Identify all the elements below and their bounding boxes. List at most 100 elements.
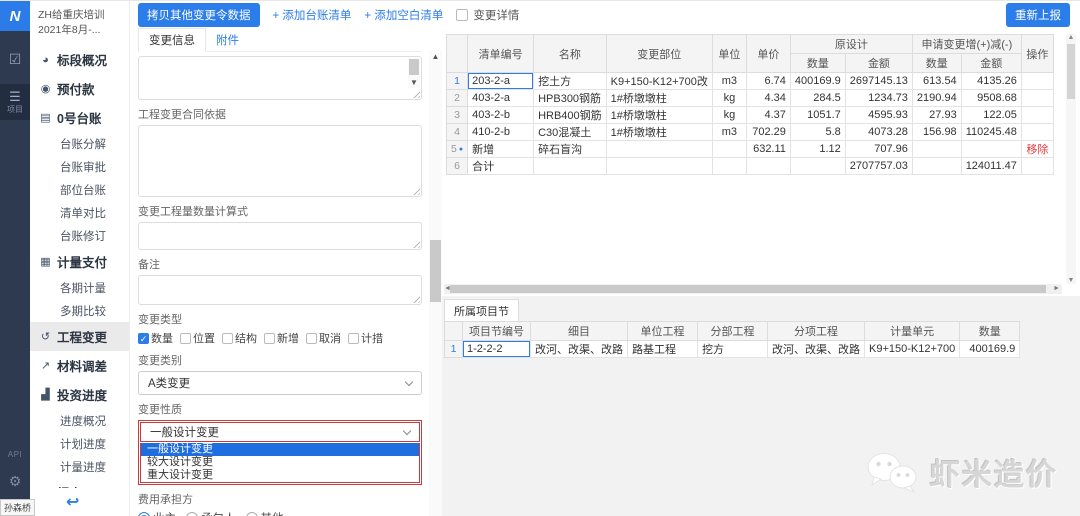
horizontal-scrollbar[interactable]: ◄ ► — [444, 284, 1062, 294]
table-cell[interactable] — [745, 157, 791, 175]
sidebar-item-12[interactable]: ↗ 材料调差 — [30, 351, 129, 380]
row-number[interactable]: 6 — [445, 157, 469, 175]
table-cell[interactable] — [605, 157, 713, 175]
table-cell[interactable]: 1#桥墩墩柱 — [605, 123, 713, 141]
change-type-option[interactable]: 取消 — [306, 330, 341, 346]
app-logo[interactable]: N — [0, 1, 30, 31]
add-blank-list-button[interactable]: + 添加空白清单 — [364, 7, 443, 23]
table-cell[interactable]: 6.74 — [745, 72, 791, 90]
table-cell[interactable]: 702.29 — [745, 123, 791, 141]
sidebar-item-0[interactable]: ◕ 标段概况 — [30, 45, 129, 74]
table-cell[interactable] — [1020, 123, 1054, 141]
dropdown-option[interactable]: 重大设计变更 — [141, 469, 419, 482]
table-cell[interactable] — [789, 157, 846, 175]
remove-action[interactable]: 移除 — [1020, 140, 1054, 158]
change-info-textarea[interactable]: ▼ — [138, 56, 422, 100]
resize-grip-icon[interactable] — [411, 239, 420, 248]
table-cell[interactable]: 27.93 — [911, 106, 962, 124]
table-cell[interactable]: 9508.68 — [960, 89, 1022, 107]
tab-project-section[interactable]: 所属项目节 — [444, 299, 519, 321]
table-cell[interactable]: 4073.28 — [844, 123, 913, 141]
dropdown-option[interactable]: 较大设计变更 — [141, 456, 419, 469]
sidebar-item-7[interactable]: 台账修订 — [30, 224, 129, 247]
table-cell[interactable]: 1234.73 — [844, 89, 913, 107]
table-cell[interactable]: 1#桥墩墩柱 — [605, 89, 713, 107]
row-number[interactable]: 5 ● — [445, 140, 469, 158]
sidebar-item-17[interactable]: ▯报表 — [30, 478, 129, 488]
table-cell[interactable]: kg — [711, 106, 747, 124]
table-cell[interactable] — [533, 157, 607, 175]
sidebar-item-2[interactable]: ▤ 0号台账 — [30, 103, 129, 132]
table-cell[interactable]: HPB300钢筋 — [533, 89, 607, 107]
tab-attachments[interactable]: 附件 — [206, 29, 249, 51]
sidebar-item-1[interactable]: ◉ 预付款 — [30, 74, 129, 103]
table-cell[interactable]: 改河、改渠、改路 — [767, 340, 865, 358]
table-cell[interactable]: 2697145.13 — [844, 72, 913, 90]
table-cell[interactable]: 284.5 — [789, 89, 846, 107]
row-number[interactable]: 1 — [445, 72, 469, 90]
api-label[interactable]: API — [8, 450, 22, 459]
change-type-option[interactable]: 位置 — [180, 330, 215, 346]
contract-basis-textarea[interactable] — [138, 125, 422, 197]
sidebar-item-9[interactable]: 各期计量 — [30, 276, 129, 299]
table-cell[interactable] — [960, 140, 1022, 158]
cost-bearer-option[interactable]: 业主 — [138, 510, 176, 516]
tab-change-info[interactable]: 变更信息 — [138, 28, 206, 52]
radio-icon[interactable] — [186, 512, 198, 516]
table-cell[interactable]: 4135.26 — [960, 72, 1022, 90]
rail-item-project[interactable]: ☰ 项目 — [0, 84, 30, 120]
table-cell[interactable]: 改河、改渠、改路 — [530, 340, 628, 358]
cost-bearer-option[interactable]: 承包人 — [186, 510, 236, 516]
table-cell[interactable]: 403-2-b — [467, 106, 535, 124]
checkbox-icon[interactable] — [180, 332, 191, 344]
change-detail-checkbox[interactable]: 变更详情 — [456, 7, 519, 23]
table-cell[interactable]: HRB400钢筋 — [533, 106, 607, 124]
table-cell[interactable]: 1.12 — [789, 140, 846, 158]
table-cell[interactable]: 403-2-a — [467, 89, 535, 107]
scrollbar-thumb[interactable] — [1067, 44, 1075, 99]
change-category-select[interactable]: A类变更 — [138, 371, 422, 395]
scroll-down-icon[interactable]: ▼ — [1066, 277, 1076, 284]
sidebar-item-15[interactable]: 计划进度 — [30, 432, 129, 455]
table-cell[interactable]: 5.8 — [789, 123, 846, 141]
sidebar-item-8[interactable]: ▦ 计量支付 — [30, 247, 129, 276]
table-cell[interactable]: 122.05 — [960, 106, 1022, 124]
scroll-up-icon[interactable]: ▲ — [429, 52, 442, 61]
sidebar-item-5[interactable]: 部位台账 — [30, 178, 129, 201]
table-cell[interactable] — [911, 157, 962, 175]
table-cell[interactable] — [711, 140, 747, 158]
resubmit-button[interactable]: 重新上报 — [1006, 2, 1070, 27]
scrollbar-thumb[interactable] — [430, 240, 441, 302]
resize-grip-icon[interactable] — [411, 89, 420, 98]
checkbox-icon[interactable] — [306, 332, 317, 344]
table-cell[interactable]: 400169.9 — [789, 72, 846, 90]
resize-grip-icon[interactable] — [411, 294, 420, 303]
table-cell[interactable] — [711, 157, 747, 175]
table-cell[interactable]: m3 — [711, 72, 747, 90]
sidebar-item-13[interactable]: ▟ 投资进度 — [30, 380, 129, 409]
row-number[interactable]: 3 — [445, 106, 469, 124]
tasks-icon[interactable]: ☑ — [9, 51, 22, 68]
sidebar-item-11[interactable]: ↺ 工程变更 — [30, 322, 129, 352]
change-type-option[interactable]: 新增 — [264, 330, 299, 346]
sidebar-item-14[interactable]: 进度概况 — [30, 409, 129, 432]
table-cell[interactable]: 挖土方 — [533, 72, 607, 90]
table-cell[interactable]: 632.11 — [745, 140, 791, 158]
table-cell[interactable]: 613.54 — [911, 72, 962, 90]
table-cell[interactable]: 挖方 — [697, 340, 768, 358]
table-cell[interactable]: kg — [711, 89, 747, 107]
table-cell[interactable]: 400169.9 — [959, 340, 1021, 358]
add-ledger-list-button[interactable]: + 添加台账清单 — [273, 7, 352, 23]
row-number[interactable]: 2 — [445, 89, 469, 107]
sidebar-item-4[interactable]: 台账审批 — [30, 155, 129, 178]
table-cell[interactable] — [1020, 157, 1054, 175]
table-cell[interactable]: 碎石盲沟 — [533, 140, 607, 158]
remark-textarea[interactable] — [138, 275, 422, 305]
table-cell[interactable]: 1051.7 — [789, 106, 846, 124]
textarea-scrollbar[interactable]: ▼ — [408, 58, 420, 88]
copy-change-data-button[interactable]: 拷贝其他变更令数据 — [138, 2, 260, 27]
sidebar-item-10[interactable]: 多期比较 — [30, 299, 129, 322]
change-nature-select[interactable]: 一般设计变更 — [140, 422, 420, 442]
table-cell[interactable]: 707.96 — [844, 140, 913, 158]
table-cell[interactable]: 1#桥墩墩柱 — [605, 106, 713, 124]
